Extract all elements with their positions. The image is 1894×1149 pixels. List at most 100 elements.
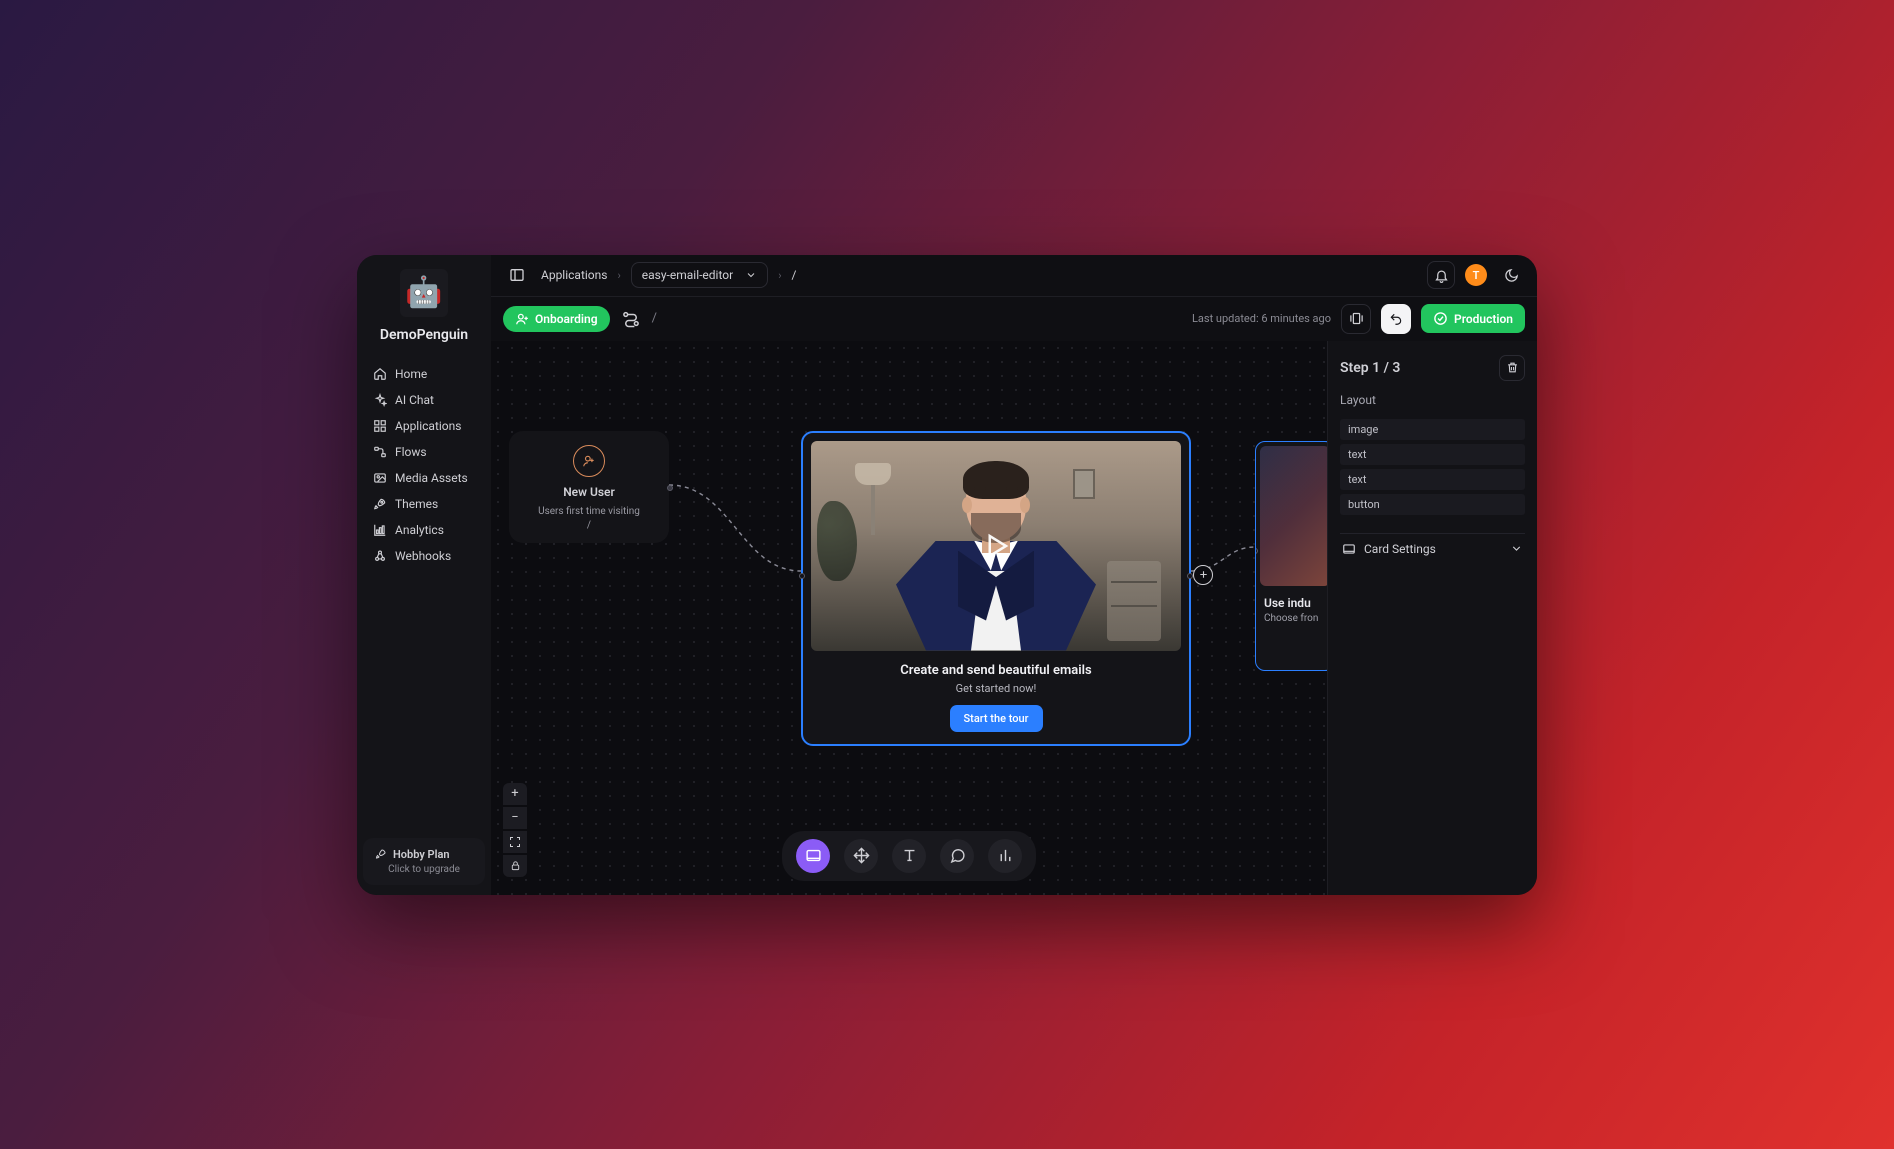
sidebar-item-label: Analytics bbox=[395, 523, 444, 537]
workspace: New User Users first time visiting / bbox=[491, 341, 1537, 895]
flow-subbar: Onboarding / Last updated: 6 minutes ago… bbox=[491, 297, 1537, 341]
card-title: Create and send beautiful emails bbox=[900, 663, 1091, 678]
moon-icon bbox=[1504, 268, 1519, 283]
layout-section-label: Layout bbox=[1340, 393, 1525, 407]
node-start-title: New User bbox=[563, 485, 615, 499]
sidebar-item-ai-chat[interactable]: AI Chat bbox=[363, 387, 485, 413]
node-start[interactable]: New User Users first time visiting / bbox=[509, 431, 669, 543]
onboarding-label: Onboarding bbox=[535, 312, 598, 326]
undo-button[interactable] bbox=[1381, 304, 1411, 334]
rocket-icon bbox=[373, 497, 387, 511]
layout-list: image text text button bbox=[1340, 419, 1525, 515]
fit-view-button[interactable] bbox=[503, 831, 527, 853]
bars-icon bbox=[997, 847, 1014, 864]
card-media bbox=[1260, 446, 1327, 586]
user-avatar[interactable]: T bbox=[1465, 264, 1487, 286]
layout-item-text[interactable]: text bbox=[1340, 444, 1525, 465]
output-port[interactable] bbox=[667, 485, 673, 491]
sidebar-item-label: Webhooks bbox=[395, 549, 451, 563]
sidebar-item-home[interactable]: Home bbox=[363, 361, 485, 387]
user-plus-icon bbox=[573, 445, 605, 477]
user-plus-icon bbox=[515, 312, 529, 326]
tool-dock bbox=[782, 831, 1036, 881]
chevron-down-icon bbox=[745, 269, 757, 281]
sidebar-item-label: AI Chat bbox=[395, 393, 434, 407]
tool-move-button[interactable] bbox=[844, 839, 878, 873]
comment-icon bbox=[949, 847, 966, 864]
chevron-right-icon: › bbox=[617, 269, 620, 282]
topbar: Applications › easy-email-editor › / T bbox=[491, 255, 1537, 297]
chevron-right-icon: › bbox=[778, 269, 781, 282]
rocket-icon bbox=[375, 848, 387, 860]
project-selector[interactable]: easy-email-editor bbox=[631, 262, 768, 288]
preview-button[interactable] bbox=[1341, 304, 1371, 334]
home-icon bbox=[373, 367, 387, 381]
notifications-button[interactable] bbox=[1427, 261, 1455, 289]
breadcrumb-root[interactable]: Applications bbox=[541, 268, 607, 282]
tool-card-button[interactable] bbox=[796, 839, 830, 873]
sidebar-item-applications[interactable]: Applications bbox=[363, 413, 485, 439]
node-step-next[interactable]: Use indu Choose fron bbox=[1255, 441, 1327, 671]
publish-button[interactable]: Production bbox=[1421, 304, 1525, 333]
project-name: easy-email-editor bbox=[642, 268, 733, 282]
path-label: / bbox=[652, 311, 657, 326]
sidebar-item-flows[interactable]: Flows bbox=[363, 439, 485, 465]
last-updated-label: Last updated: 6 minutes ago bbox=[1192, 312, 1331, 325]
input-port[interactable] bbox=[799, 573, 805, 579]
sidebar-item-label: Media Assets bbox=[395, 471, 468, 485]
node-start-desc: Users first time visiting / bbox=[538, 505, 640, 533]
plan-title: Hobby Plan bbox=[393, 848, 450, 861]
sidebar-item-webhooks[interactable]: Webhooks bbox=[363, 543, 485, 569]
route-icon bbox=[620, 308, 642, 330]
node-step-card[interactable]: Create and send beautiful emails Get sta… bbox=[801, 431, 1191, 746]
move-icon bbox=[853, 847, 870, 864]
theme-toggle-button[interactable] bbox=[1497, 261, 1525, 289]
trash-icon bbox=[1506, 361, 1519, 374]
input-port[interactable] bbox=[1255, 548, 1258, 554]
brand-block: 🤖 DemoPenguin bbox=[357, 269, 491, 343]
card-subtitle: Choose fron bbox=[1260, 613, 1318, 624]
flow-icon bbox=[373, 445, 387, 459]
sparkle-icon bbox=[373, 393, 387, 407]
tool-analytics-button[interactable] bbox=[988, 839, 1022, 873]
onboarding-pill[interactable]: Onboarding bbox=[503, 306, 610, 332]
delete-step-button[interactable] bbox=[1499, 355, 1525, 381]
plan-upgrade-card[interactable]: Hobby Plan Click to upgrade bbox=[363, 838, 485, 885]
sidebar-nav: Home AI Chat Applications Flows Media As… bbox=[357, 361, 491, 569]
check-circle-icon bbox=[1433, 311, 1448, 326]
lock-icon bbox=[510, 860, 521, 871]
flow-canvas[interactable]: New User Users first time visiting / bbox=[491, 341, 1327, 895]
card-cta-button[interactable]: Start the tour bbox=[950, 705, 1043, 732]
play-icon[interactable] bbox=[981, 531, 1011, 561]
publish-label: Production bbox=[1454, 312, 1513, 326]
add-step-button[interactable] bbox=[1193, 565, 1213, 585]
sidebar-item-label: Applications bbox=[395, 419, 461, 433]
zoom-out-button[interactable]: − bbox=[503, 807, 527, 829]
sidebar-item-media-assets[interactable]: Media Assets bbox=[363, 465, 485, 491]
panel-left-icon bbox=[509, 267, 525, 283]
toggle-sidebar-button[interactable] bbox=[503, 261, 531, 289]
tool-text-button[interactable] bbox=[892, 839, 926, 873]
sidebar-item-label: Themes bbox=[395, 497, 438, 511]
card-title: Use indu bbox=[1260, 596, 1311, 610]
undo-icon bbox=[1389, 312, 1403, 326]
layout-item-text[interactable]: text bbox=[1340, 469, 1525, 490]
layout-item-image[interactable]: image bbox=[1340, 419, 1525, 440]
zoom-in-button[interactable]: + bbox=[503, 783, 527, 805]
maximize-icon bbox=[509, 836, 521, 848]
card-settings-label: Card Settings bbox=[1364, 542, 1436, 556]
sidebar-item-themes[interactable]: Themes bbox=[363, 491, 485, 517]
tool-comment-button[interactable] bbox=[940, 839, 974, 873]
card-settings-toggle[interactable]: Card Settings bbox=[1340, 533, 1525, 564]
lock-view-button[interactable] bbox=[503, 855, 527, 877]
sidebar-item-label: Home bbox=[395, 367, 427, 381]
zoom-controls: + − bbox=[503, 783, 527, 877]
card-subtitle: Get started now! bbox=[956, 682, 1037, 695]
main-area: Applications › easy-email-editor › / T O… bbox=[491, 255, 1537, 895]
plus-icon bbox=[1198, 569, 1209, 580]
step-indicator: Step 1 / 3 bbox=[1340, 360, 1400, 376]
layout-item-button[interactable]: button bbox=[1340, 494, 1525, 515]
sidebar-item-analytics[interactable]: Analytics bbox=[363, 517, 485, 543]
sidebar: 🤖 DemoPenguin Home AI Chat Applications … bbox=[357, 255, 491, 895]
app-window: 🤖 DemoPenguin Home AI Chat Applications … bbox=[357, 255, 1537, 895]
